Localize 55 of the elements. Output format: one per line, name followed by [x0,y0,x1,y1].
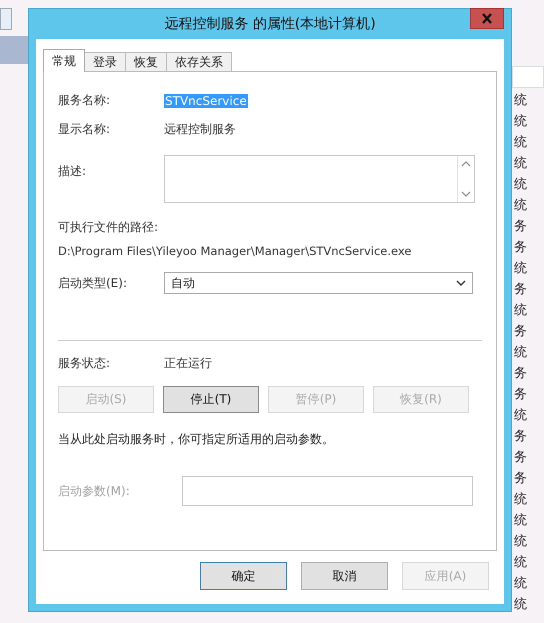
hint-text: 当从此处启动服务时，你可指定所适用的启动参数。 [58,431,335,448]
table-cell-text: 统 [513,512,528,530]
executable-path-value: D:\Program Files\Yileyoo Manager\Manager\STVncService.exe [58,244,412,258]
column-header [512,66,544,88]
field-label: 启动类型(E): [58,274,128,292]
close-icon [481,13,493,24]
table-cell-text: 统 [513,344,528,362]
tab[interactable]: 依存关系 [166,52,232,72]
table-cell-text: 统 [513,92,528,110]
scroll-down-icon [461,191,471,198]
tab[interactable]: 登录 [84,52,126,72]
table-cell-text: 统 [513,554,528,572]
field-label: 启动参数(M): [58,482,131,500]
table-cell-text: 统 [513,575,528,593]
field-label: 可执行文件的路径: [58,219,160,236]
tab[interactable]: 恢复 [125,52,167,72]
field-label: 服务名称: [58,92,112,109]
table-cell-text: 统 [513,113,528,131]
table-cell-text: 务 [513,218,528,236]
startup-type-dropdown[interactable]: 自动 [164,272,473,294]
table-cell-text: 务 [513,449,528,467]
service-control-button[interactable]: 停止(T) [163,386,259,413]
field-label: 描述: [58,163,88,180]
service-name-value: STVncService [164,94,248,108]
field-label: 显示名称: [58,121,112,138]
service-status-value: 正在运行 [164,355,212,372]
dialog-button[interactable]: 确定 [200,562,287,590]
table-cell-text: 统 [513,134,528,152]
table-cell-text: 务 [513,470,528,488]
scroll-up-icon [461,160,471,167]
tab[interactable]: 常规 [43,49,85,72]
table-cell-text: 统 [513,491,528,509]
table-cell-text: 统 [513,596,528,614]
table-cell-text: 统 [513,155,528,173]
list-header-band [0,36,28,64]
close-button[interactable] [470,8,504,29]
table-cell-text: 务 [513,323,528,341]
table-cell-text: 统 [513,176,528,194]
table-cell-text: 务 [513,281,528,299]
field-label: 服务状态: [58,355,112,372]
table-cell-text: 统 [513,197,528,215]
table-cell-text: 统 [513,407,528,425]
description-field[interactable] [164,155,475,203]
dialog-button[interactable]: 取消 [301,562,388,590]
table-cell-text: 统 [513,533,528,551]
table-cell-text: 务 [513,365,528,383]
table-cell-text: 统 [513,302,528,320]
table-cell-text: 务 [513,386,528,404]
toolbar-button[interactable] [0,8,12,30]
table-cell-text: 务 [513,239,528,257]
table-cell-text: 统 [513,260,528,278]
table-cell-text: 务 [513,428,528,446]
window-title: 远程控制服务 的属性(本地计算机) [164,15,376,33]
chevron-down-icon [456,280,466,286]
display-name-value: 远程控制服务 [164,121,236,138]
